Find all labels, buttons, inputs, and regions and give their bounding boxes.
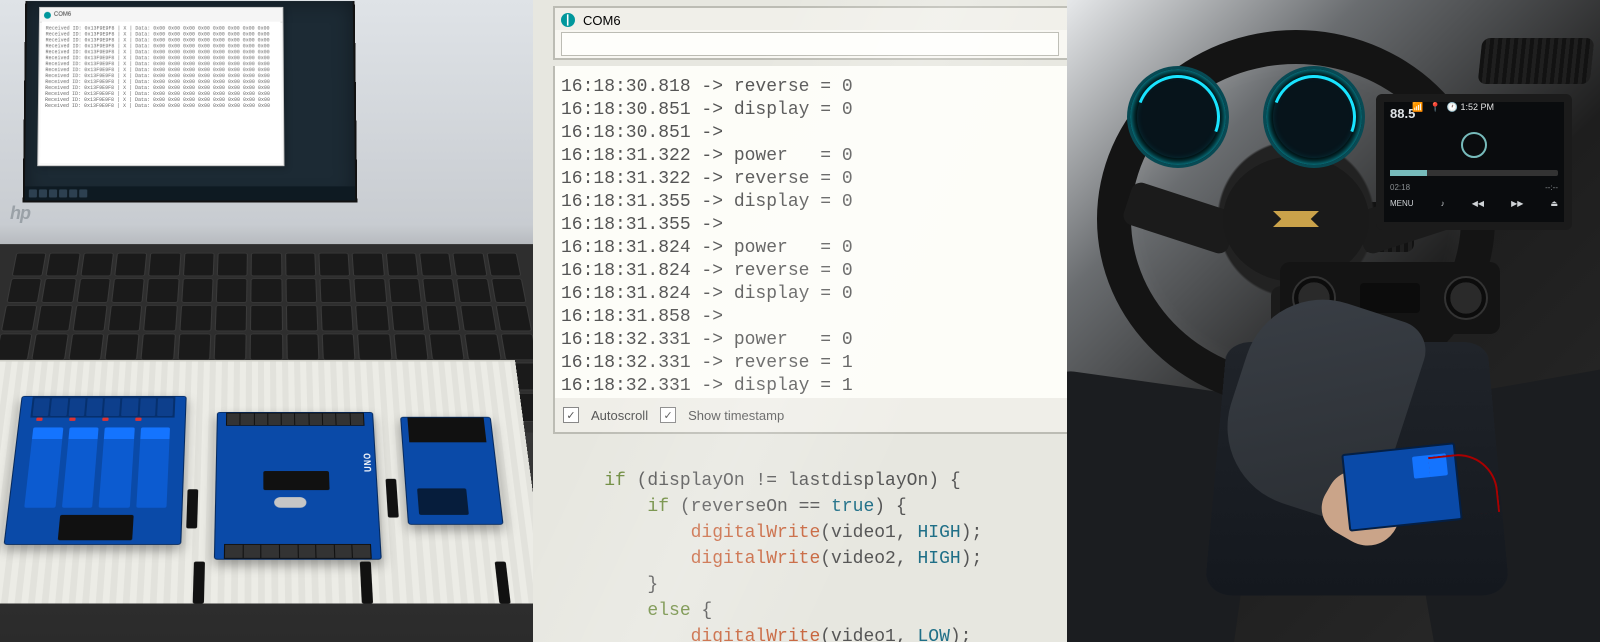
serial-send-row — [553, 30, 1067, 60]
serial-send-input[interactable] — [561, 32, 1059, 56]
tachometer-gauge — [1127, 66, 1229, 168]
infotainment-button: ⏏ — [1550, 198, 1558, 210]
speedometer-gauge — [1263, 66, 1365, 168]
infotainment-button: ♪ — [1441, 198, 1445, 210]
infotainment-button: ◀◀ — [1472, 198, 1484, 210]
arduino-uno-board: UNO — [214, 412, 382, 560]
hp-logo: hp — [10, 204, 30, 222]
arduino-prototype-on-console — [1341, 442, 1463, 531]
arduino-serial-monitor: COM6 16:18:30.818 -> reverse = 0 16:18:3… — [533, 0, 1067, 642]
can-bus-shield — [400, 417, 503, 525]
show-timestamp-label: Show timestamp — [688, 408, 784, 423]
breadboard-tray: UNO — [0, 360, 533, 604]
infotainment-button: MENU — [1390, 198, 1414, 210]
photo-laptop-hardware: COM6 Received ID: 0x13F9E9F8 | X | Data:… — [0, 0, 533, 642]
infotainment-screen: 📶📍🕐 1:52 PM 88.5 02:18 --:-- MENU♪◀◀▶▶⏏ — [1376, 94, 1572, 230]
total-time: --:-- — [1545, 182, 1558, 194]
autoscroll-label: Autoscroll — [591, 408, 648, 423]
relay-module-4ch — [4, 396, 187, 545]
mini-serial-window: COM6 Received ID: 0x13F9E9F8 | X | Data:… — [37, 7, 284, 166]
elapsed-time: 02:18 — [1390, 182, 1410, 194]
laptop-screen: COM6 Received ID: 0x13F9E9F8 | X | Data:… — [23, 1, 358, 203]
serial-output[interactable]: 16:18:30.818 -> reverse = 0 16:18:30.851… — [553, 66, 1067, 408]
status-icon: 🕐 1:52 PM — [1447, 102, 1494, 113]
serial-monitor-title: COM6 — [583, 13, 621, 28]
album-art-placeholder-icon — [1461, 132, 1487, 158]
windows-taskbar — [25, 186, 356, 200]
autoscroll-checkbox[interactable]: ✓ — [563, 407, 579, 423]
status-icon: 📍 — [1430, 102, 1441, 113]
ide-code-snippet: if (displayOn != lastdisplayOn) { if (re… — [561, 442, 1067, 642]
photo-car-interior: 📶📍🕐 1:52 PM 88.5 02:18 --:-- MENU♪◀◀▶▶⏏ — [1067, 0, 1600, 642]
show-timestamp-checkbox[interactable]: ✓ — [660, 407, 676, 423]
air-vent — [1478, 38, 1595, 84]
hvac-knob — [1444, 276, 1488, 320]
status-icon: 📶 — [1412, 102, 1423, 113]
mini-serial-output: Received ID: 0x13F9E9F8 | X | Data: 0x00… — [40, 22, 281, 163]
uno-label: UNO — [362, 452, 374, 472]
arduino-logo-icon — [561, 13, 575, 27]
serial-options-bar: ✓ Autoscroll ✓ Show timestamp — [553, 398, 1067, 434]
chevrolet-logo-icon — [1273, 211, 1319, 227]
infotainment-button: ▶▶ — [1511, 198, 1523, 210]
mini-window-title: COM6 — [54, 12, 71, 18]
